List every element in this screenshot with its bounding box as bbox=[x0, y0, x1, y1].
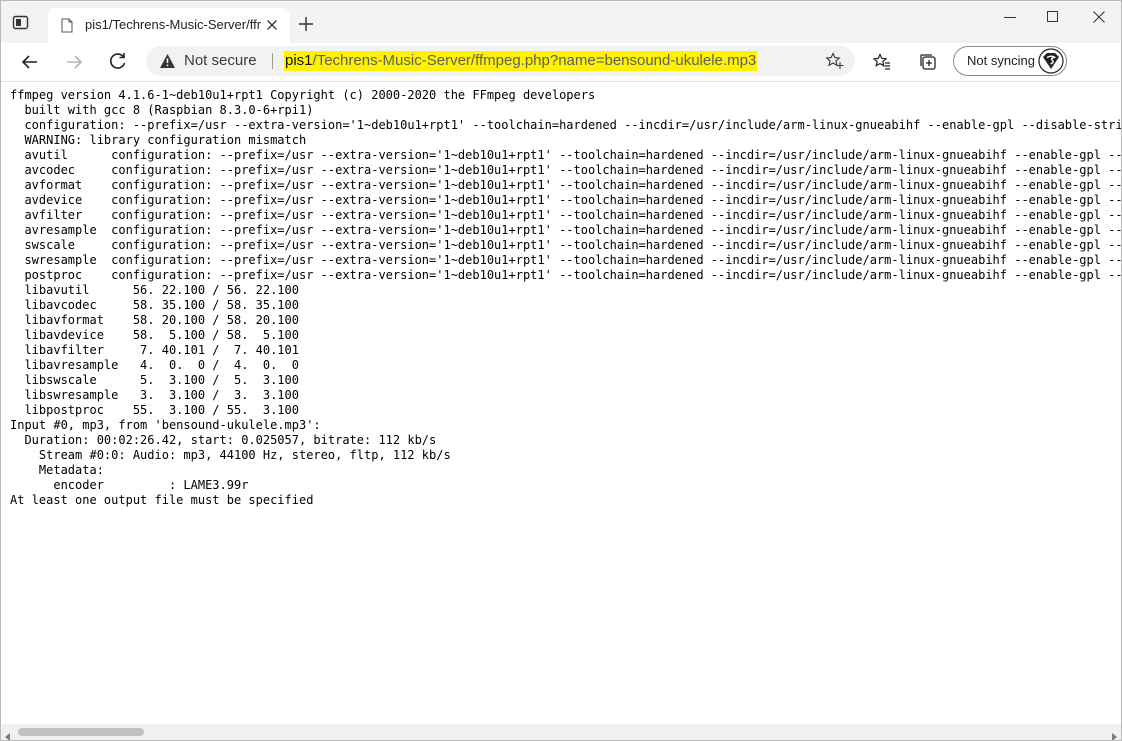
output-line: libswscale 5. 3.100 / 5. 3.100 bbox=[10, 373, 299, 387]
output-line: avdevice configuration: --prefix=/usr --… bbox=[24, 193, 1121, 207]
profile-avatar-icon bbox=[1038, 48, 1064, 74]
sync-status-label: Not syncing bbox=[967, 53, 1035, 68]
output-line: configuration: --prefix=/usr --extra-ver… bbox=[10, 118, 1121, 132]
output-line: ffmpeg version 4.1.6-1~deb10u1+rpt1 Copy… bbox=[10, 88, 596, 102]
security-label[interactable]: Not secure bbox=[184, 52, 257, 69]
output-line: At least one output file must be specifi… bbox=[10, 493, 314, 507]
minimize-icon[interactable] bbox=[1002, 9, 1018, 25]
output-line: avfilter configuration: --prefix=/usr --… bbox=[24, 208, 1121, 222]
url-path: /Techrens-Music-Server/ffmpeg.php?name=b… bbox=[312, 52, 757, 69]
collections-icon[interactable] bbox=[918, 52, 938, 72]
url-host: pis1 bbox=[285, 52, 313, 69]
scrollbar-thumb[interactable] bbox=[18, 728, 144, 736]
favorites-icon[interactable] bbox=[872, 52, 892, 72]
scroll-right-icon[interactable] bbox=[1110, 728, 1118, 740]
output-line: libavdevice 58. 5.100 / 58. 5.100 bbox=[10, 328, 299, 342]
browser-window: pis1/Techrens-Music-Server/ffmpeg.php?na… bbox=[0, 0, 1122, 741]
output-line: Duration: 00:02:26.42, start: 0.025057, … bbox=[10, 433, 437, 447]
output-line: swscale configuration: --prefix=/usr --e… bbox=[24, 238, 1121, 252]
close-tab-icon[interactable] bbox=[264, 17, 280, 33]
active-tab[interactable]: pis1/Techrens-Music-Server/ffmpeg.php?na… bbox=[48, 8, 290, 43]
output-line: libswresample 3. 3.100 / 3. 3.100 bbox=[10, 388, 299, 402]
output-line: built with gcc 8 (Raspbian 8.3.0-6+rpi1) bbox=[10, 103, 314, 117]
output-line: libpostproc 55. 3.100 / 55. 3.100 bbox=[10, 403, 299, 417]
output-line: encoder : LAME3.99r bbox=[10, 478, 249, 492]
output-line: avcodec configuration: --prefix=/usr --e… bbox=[24, 163, 1121, 177]
output-line: WARNING: library configuration mismatch bbox=[10, 133, 307, 147]
output-line: avformat configuration: --prefix=/usr --… bbox=[24, 178, 1121, 192]
output-line: Input #0, mp3, from 'bensound-ukulele.mp… bbox=[10, 418, 321, 432]
tab-strip: pis1/Techrens-Music-Server/ffmpeg.php?na… bbox=[1, 1, 1121, 43]
output-line: Stream #0:0: Audio: mp3, 44100 Hz, stere… bbox=[10, 448, 451, 462]
address-divider bbox=[272, 53, 273, 69]
output-line: libavcodec 58. 35.100 / 58. 35.100 bbox=[10, 298, 299, 312]
profile-sync-button[interactable]: Not syncing bbox=[953, 46, 1067, 76]
tab-actions-icon[interactable] bbox=[11, 14, 31, 32]
scroll-left-icon[interactable] bbox=[4, 728, 12, 740]
output-line: Metadata: bbox=[10, 463, 104, 477]
browser-toolbar: Not secure pis1/Techrens-Music-Server/ff… bbox=[1, 43, 1121, 82]
page-favicon-icon bbox=[61, 18, 73, 33]
back-icon[interactable] bbox=[20, 52, 40, 72]
url-text[interactable]: pis1/Techrens-Music-Server/ffmpeg.php?na… bbox=[284, 51, 758, 71]
page-content: ffmpeg version 4.1.6-1~deb10u1+rpt1 Copy… bbox=[1, 82, 1121, 724]
output-line: avresample configuration: --prefix=/usr … bbox=[24, 223, 1121, 237]
maximize-icon[interactable] bbox=[1045, 9, 1061, 25]
address-bar[interactable]: Not secure pis1/Techrens-Music-Server/ff… bbox=[146, 46, 855, 76]
refresh-icon[interactable] bbox=[108, 51, 128, 71]
horizontal-scrollbar[interactable] bbox=[1, 724, 1121, 740]
add-favorite-icon[interactable] bbox=[825, 52, 845, 70]
warning-icon[interactable] bbox=[159, 53, 176, 69]
forward-icon[interactable] bbox=[64, 52, 84, 72]
output-line: postproc configuration: --prefix=/usr --… bbox=[24, 268, 1121, 282]
tab-title: pis1/Techrens-Music-Server/ffmpeg.php?na… bbox=[85, 17, 261, 32]
output-line: libavfilter 7. 40.101 / 7. 40.101 bbox=[10, 343, 299, 357]
output-line: libavformat 58. 20.100 / 58. 20.100 bbox=[10, 313, 299, 327]
close-window-icon[interactable] bbox=[1091, 9, 1107, 25]
new-tab-icon[interactable] bbox=[297, 15, 315, 33]
ffmpeg-output: ffmpeg version 4.1.6-1~deb10u1+rpt1 Copy… bbox=[10, 88, 1121, 508]
output-line: libavresample 4. 0. 0 / 4. 0. 0 bbox=[10, 358, 299, 372]
output-line: swresample configuration: --prefix=/usr … bbox=[24, 253, 1121, 267]
output-line: avutil configuration: --prefix=/usr --ex… bbox=[24, 148, 1121, 162]
output-line: libavutil 56. 22.100 / 56. 22.100 bbox=[10, 283, 299, 297]
